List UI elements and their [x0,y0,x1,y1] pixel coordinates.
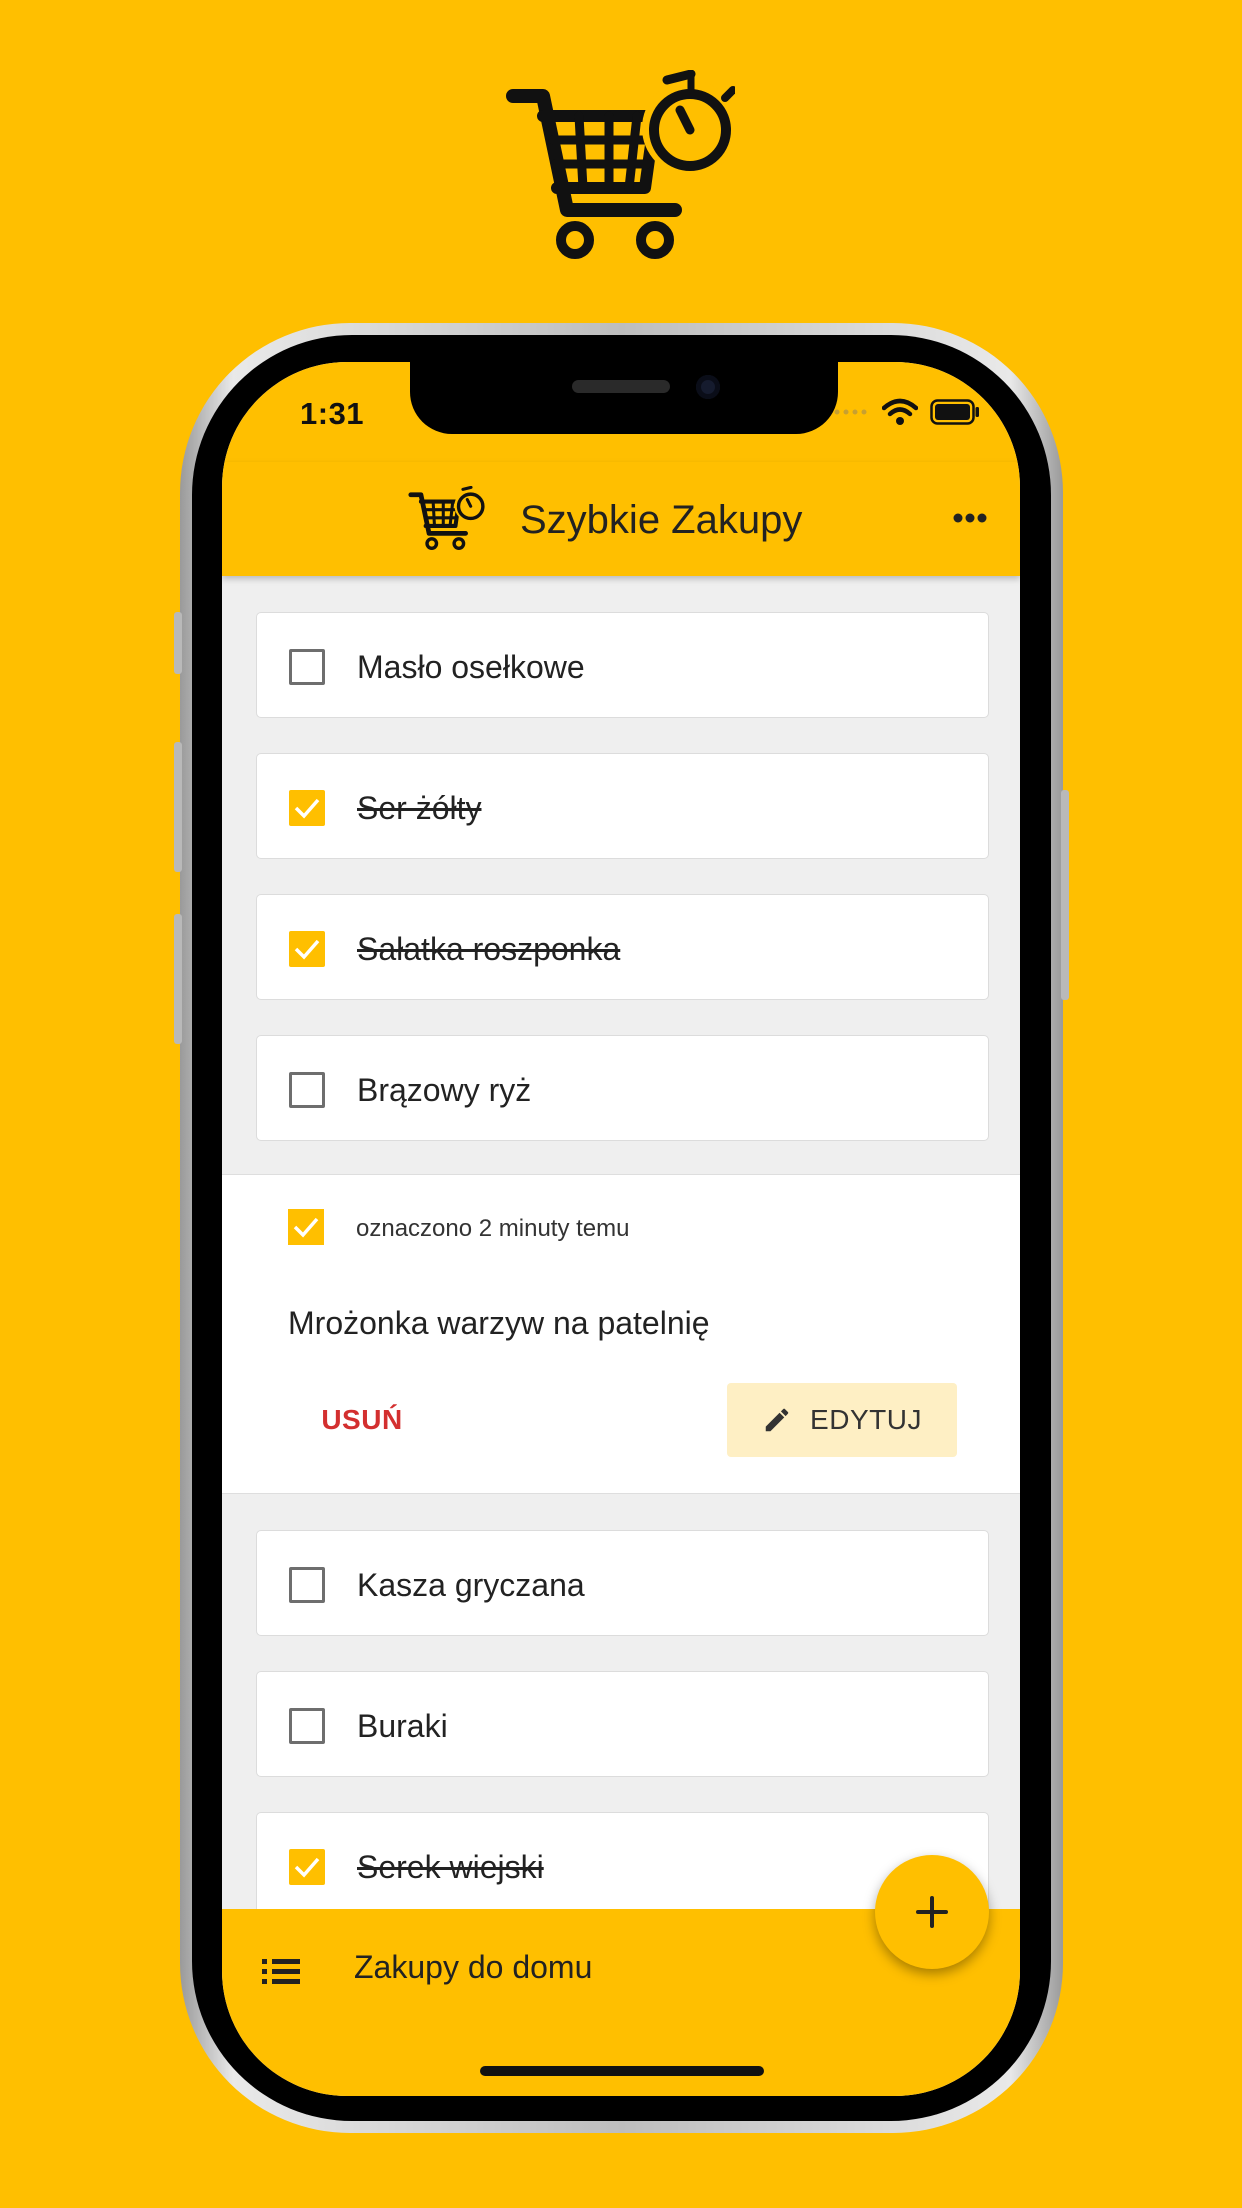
status-icons [834,398,980,426]
list-icon[interactable] [260,1953,302,1989]
phone-screen: 1:31 Szybkie Zakupy Masło osełkowe Ser ż… [222,362,1020,2096]
phone-silent-switch [174,612,182,674]
list-item[interactable]: Buraki [256,1671,989,1777]
home-indicator[interactable] [480,2066,764,2076]
check-icon [294,798,320,819]
notch [410,362,838,434]
list-item[interactable]: Kasza gryczana [256,1530,989,1636]
item-label: Brązowy ryż [357,1072,532,1108]
cart-timer-logo-icon [506,70,735,259]
delete-button[interactable]: USUŃ [288,1383,436,1457]
expanded-list-item: oznaczono 2 minuty temu Mrożonka warzyw … [222,1174,1020,1494]
edit-button[interactable]: EDYTUJ [727,1383,957,1457]
current-list-name[interactable]: Zakupy do domu [354,1949,592,1986]
item-label: Sałatka roszponka [357,931,621,967]
status-time: 1:31 [300,396,365,431]
more-options-icon[interactable] [946,498,994,538]
item-label: Serek wiejski [357,1849,544,1885]
list-item[interactable]: Brązowy ryż [256,1035,989,1141]
checkbox-unchecked[interactable] [289,1567,325,1603]
item-label: Mrożonka warzyw na patelnię [288,1305,710,1341]
checkbox-unchecked[interactable] [289,1072,325,1108]
checked-timestamp: oznaczono 2 minuty temu [356,1215,630,1242]
check-icon [293,1217,319,1238]
checkbox-unchecked[interactable] [289,1708,325,1744]
plus-icon [916,1896,948,1928]
phone-volume-up [174,742,182,872]
cart-timer-icon [408,486,486,550]
checkbox-checked[interactable] [289,790,325,826]
item-label: Kasza gryczana [357,1567,585,1603]
pencil-icon [765,1408,789,1432]
app-bar: Szybkie Zakupy [222,462,1020,576]
app-title: Szybkie Zakupy [520,498,803,542]
checkbox-unchecked[interactable] [289,649,325,685]
list-item[interactable]: Sałatka roszponka [256,894,989,1000]
checkbox-checked[interactable] [289,1849,325,1885]
front-camera [696,375,720,399]
checkbox-checked[interactable] [288,1209,324,1245]
item-label: Masło osełkowe [357,649,585,685]
edit-button-label: EDYTUJ [810,1404,922,1435]
list-item[interactable]: Masło osełkowe [256,612,989,718]
list-item[interactable]: Ser żółty [256,753,989,859]
speaker [572,380,670,393]
wifi-icon [882,398,918,425]
status-bar: 1:31 [222,362,1020,462]
signal-icon [834,409,867,415]
item-label: Ser żółty [357,790,482,826]
phone-power-button [1061,790,1069,1000]
check-icon [294,1857,320,1878]
check-icon [294,939,320,960]
phone-volume-down [174,914,182,1044]
battery-icon [930,399,979,425]
add-item-button[interactable] [875,1855,989,1969]
item-label: Buraki [357,1708,448,1744]
checkbox-checked[interactable] [289,931,325,967]
